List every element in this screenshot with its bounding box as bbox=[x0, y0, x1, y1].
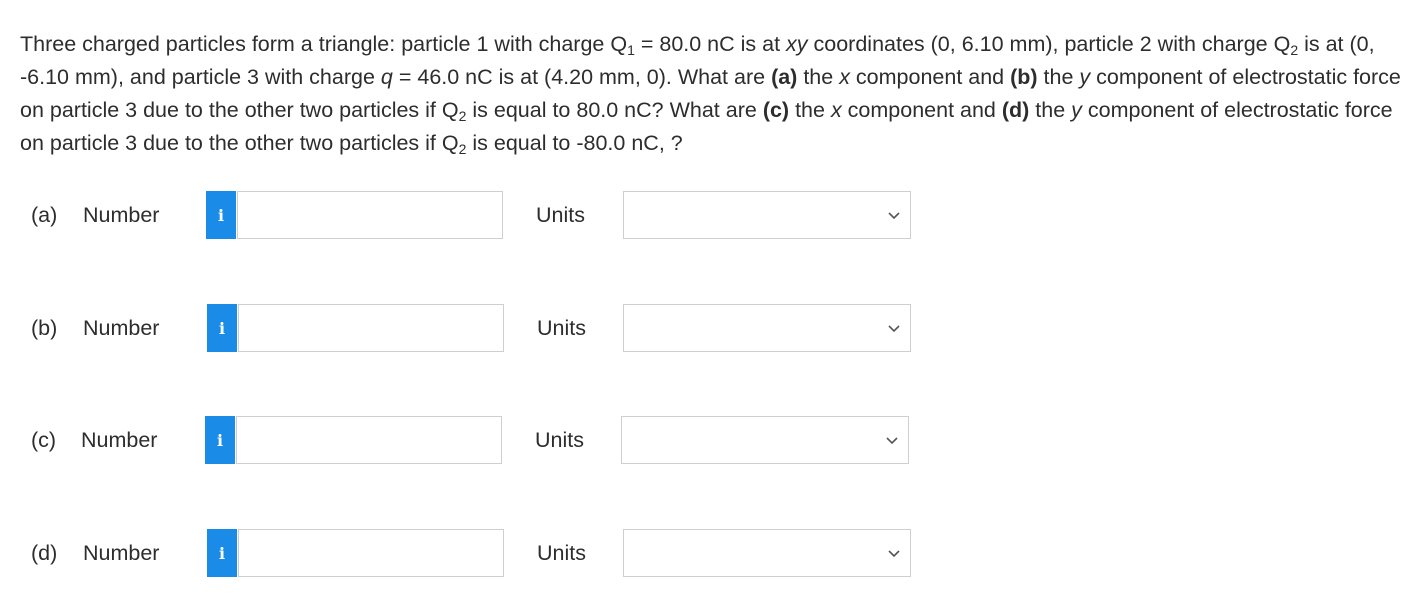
part-label: (b) bbox=[31, 316, 58, 340]
info-icon[interactable]: i bbox=[207, 529, 237, 577]
number-label: Number bbox=[83, 203, 160, 227]
question-text: Three charged particles form a triangle:… bbox=[20, 32, 1401, 157]
units-label: Units bbox=[537, 316, 586, 340]
info-icon[interactable]: i bbox=[207, 304, 237, 352]
number-input[interactable] bbox=[238, 529, 504, 577]
units-label: Units bbox=[537, 541, 586, 565]
answer-row-c: (c) Number i Units bbox=[0, 416, 1427, 466]
info-icon[interactable]: i bbox=[205, 416, 235, 464]
chevron-down-icon bbox=[888, 550, 900, 558]
answer-row-b: (b) Number i Units bbox=[0, 304, 1427, 354]
units-label: Units bbox=[535, 428, 584, 452]
number-label: Number bbox=[81, 428, 158, 452]
part-label: (d) bbox=[31, 541, 58, 565]
info-icon[interactable]: i bbox=[206, 191, 236, 239]
units-select[interactable] bbox=[623, 529, 911, 577]
number-input[interactable] bbox=[238, 304, 504, 352]
answer-row-d: (d) Number i Units bbox=[0, 529, 1427, 579]
chevron-down-icon bbox=[886, 437, 898, 445]
chevron-down-icon bbox=[888, 325, 900, 333]
units-select[interactable] bbox=[621, 416, 909, 464]
number-label: Number bbox=[83, 316, 160, 340]
answer-row-a: (a) Number i Units bbox=[0, 191, 1427, 241]
units-select[interactable] bbox=[623, 191, 911, 239]
number-input[interactable] bbox=[236, 416, 502, 464]
number-label: Number bbox=[83, 541, 160, 565]
number-input[interactable] bbox=[237, 191, 503, 239]
units-select[interactable] bbox=[623, 304, 911, 352]
part-label: (a) bbox=[31, 203, 58, 227]
units-label: Units bbox=[536, 203, 585, 227]
chevron-down-icon bbox=[888, 212, 900, 220]
part-label: (c) bbox=[31, 428, 57, 452]
